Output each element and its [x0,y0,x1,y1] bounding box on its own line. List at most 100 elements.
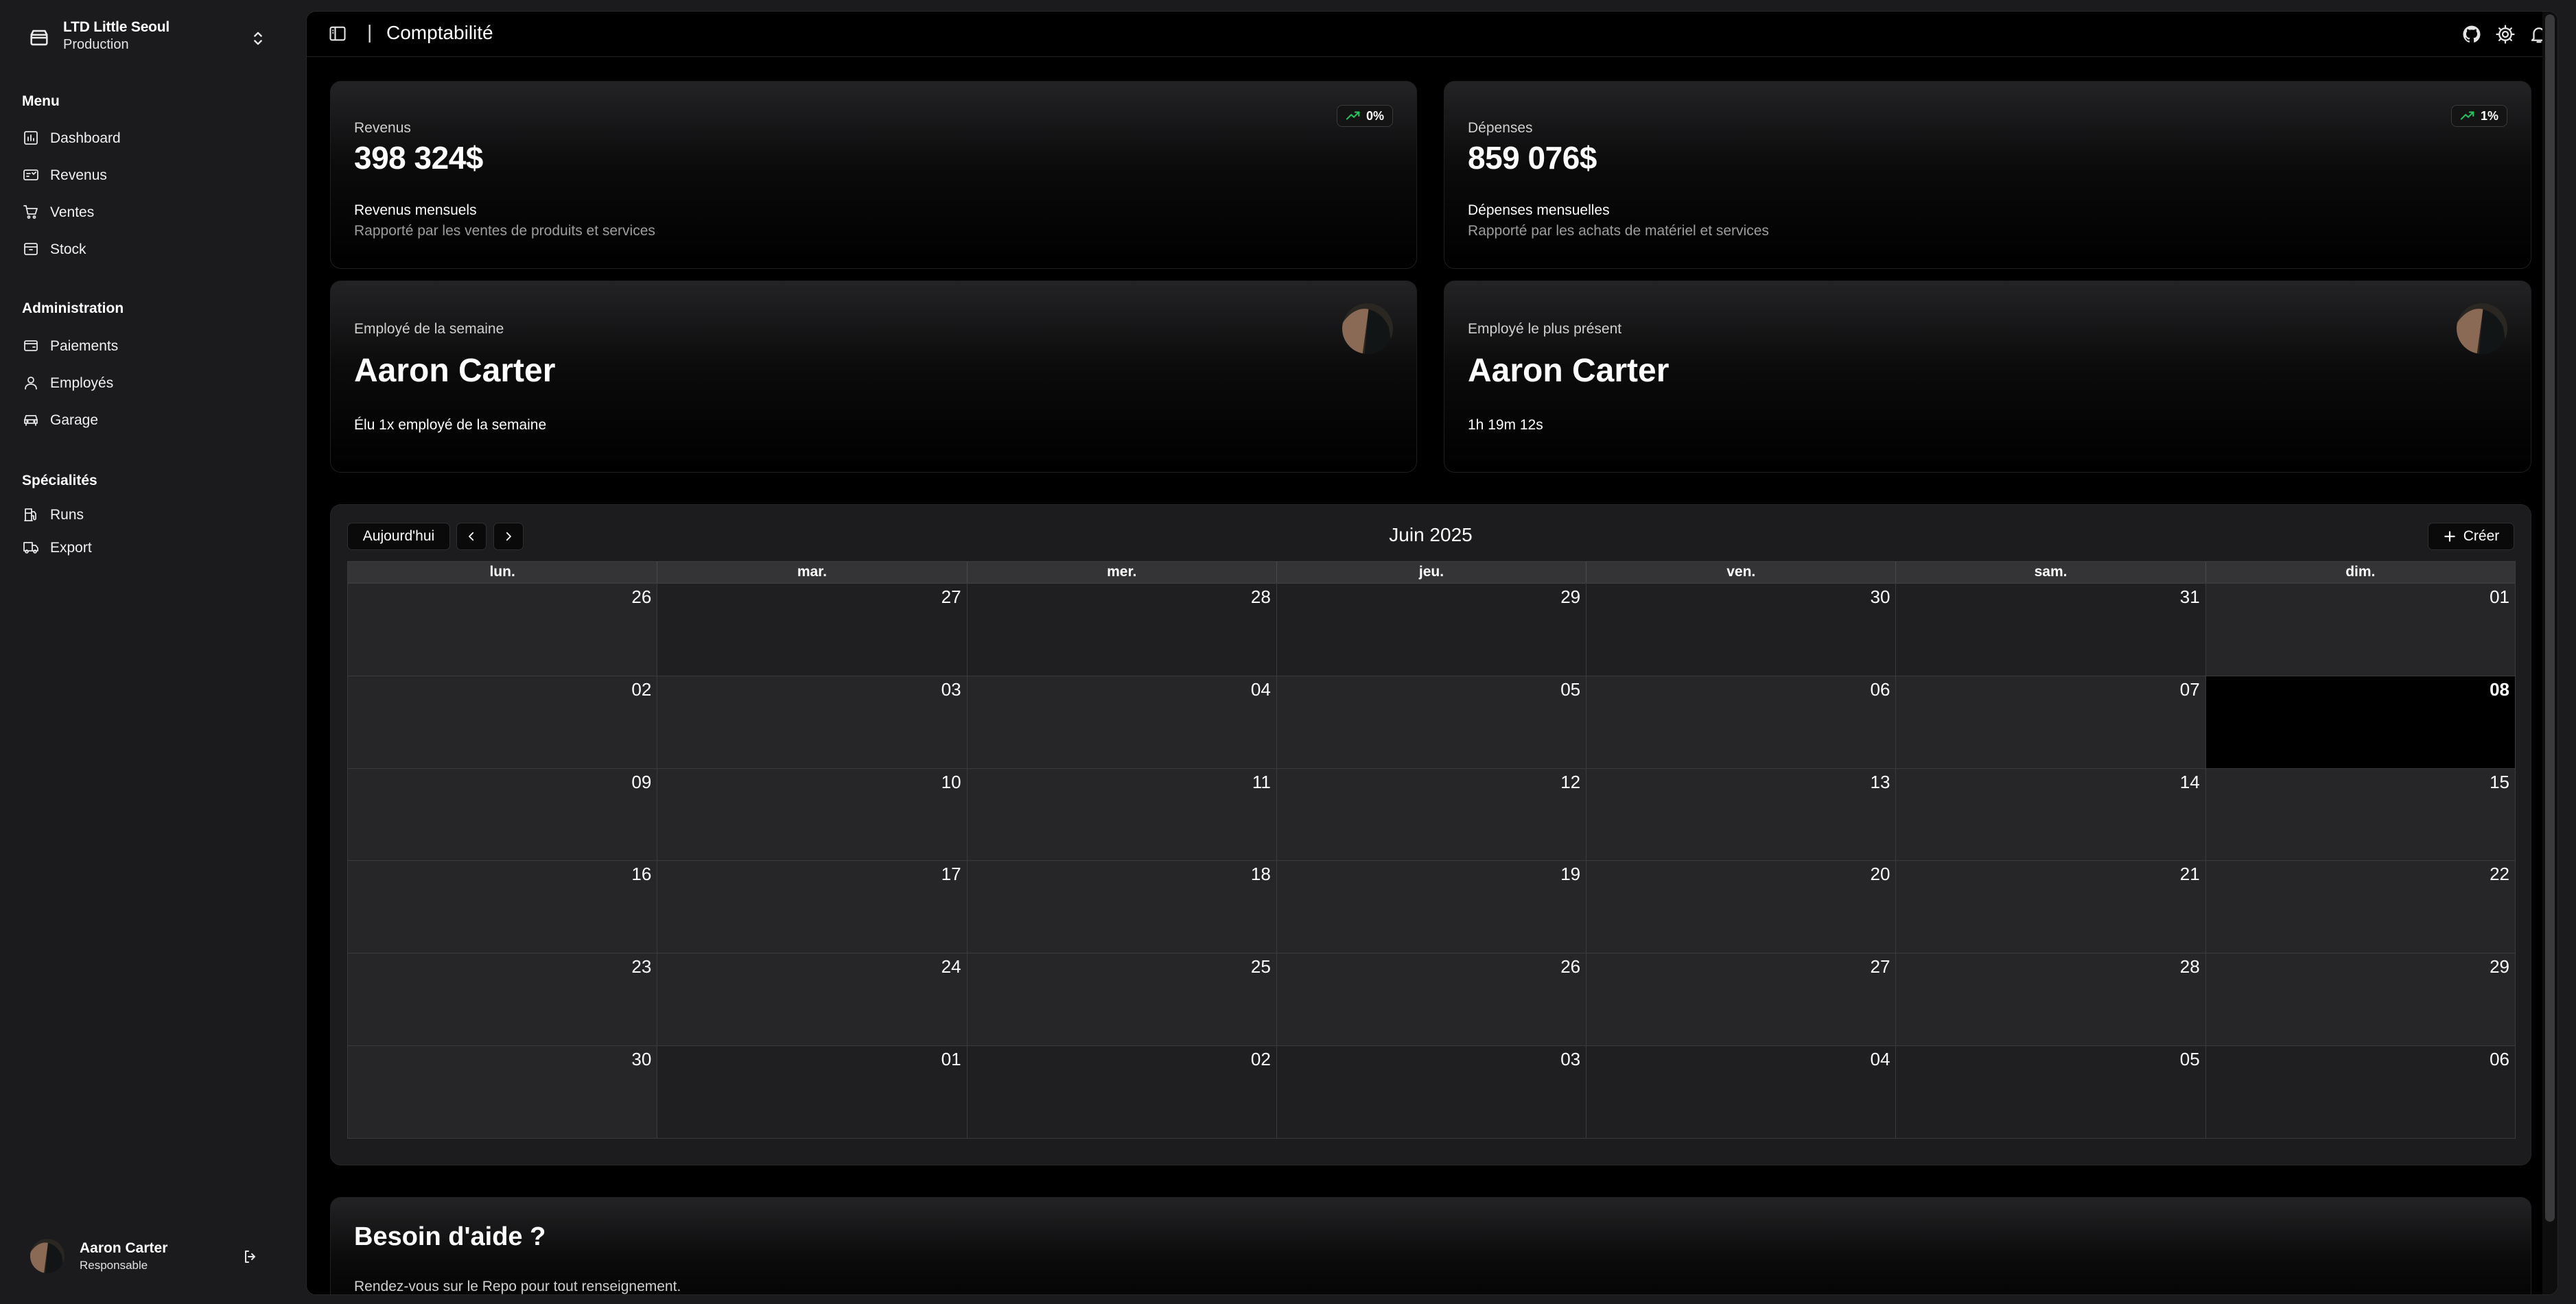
calendar-grid: 26 27 28 29 30 31 01 02 03 04 05 06 07 0… [347,583,2516,1139]
calendar-day-cell[interactable]: 07 [1896,675,2206,768]
calendar-day-cell[interactable]: 01 [2205,583,2516,676]
sidebar-item-ventes[interactable]: Ventes [15,196,290,228]
calendar-day-cell[interactable]: 28 [967,583,1277,676]
sidebar-item-label: Ventes [50,204,95,220]
user-menu[interactable]: Aaron Carter Responsable [27,1236,261,1277]
day-number: 31 [2179,586,2200,607]
calendar-day-cell[interactable]: 03 [657,675,968,768]
calendar-day-cell[interactable]: 13 [1586,768,1897,861]
calendar-day-cell[interactable]: 06 [1586,675,1897,768]
calendar-day-cell[interactable]: 10 [657,768,968,861]
sidebar-item-garage[interactable]: Garage [15,404,290,436]
calendar-day-cell[interactable]: 15 [2205,768,2516,861]
revenue-icon [23,169,38,180]
calendar-day-cell[interactable]: 31 [1896,583,2206,676]
calendar-day-cell[interactable]: 01 [657,1045,968,1138]
calendar-day-cell[interactable]: 04 [1586,1045,1897,1138]
trending-up-icon [1346,111,1360,120]
app-root: LTD Little Seoul Production Menu Dashboa… [0,0,2576,1304]
scrollbar[interactable] [2542,12,2557,1294]
sidebar-item-export[interactable]: Export [15,532,290,563]
card-label: Employé de la semaine [354,321,504,337]
calendar-day-cell[interactable]: 18 [967,860,1277,953]
calendar-day-cell[interactable]: 30 [1586,583,1897,676]
calendar-day-cell[interactable]: 04 [967,675,1277,768]
calendar-day-cell[interactable]: 26 [1276,953,1587,1046]
calendar-day-cell[interactable]: 16 [348,860,658,953]
settings-icon[interactable] [2495,24,2516,45]
day-number: 26 [1560,956,1581,977]
org-text: LTD Little Seoul Production [63,19,169,53]
fuel-icon [24,508,36,521]
calendar-day-cell[interactable]: 29 [1276,583,1587,676]
card-subtitle: Dépenses mensuelles [1468,202,1610,218]
calendar-day-cell[interactable]: 22 [2205,860,2516,953]
revenue-card: Revenus 398 324$ 0% Revenus mensuels Rap… [330,81,1417,269]
calendar-day-cell[interactable]: 27 [657,583,968,676]
day-number: 16 [631,864,652,885]
calendar-day-cell[interactable]: 30 [348,1045,658,1138]
logout-icon[interactable] [242,1248,259,1265]
calendar-day-cell[interactable]: 02 [967,1045,1277,1138]
calendar-day-cell[interactable]: 12 [1276,768,1587,861]
sidebar-item-employes[interactable]: Employés [15,367,290,399]
day-number: 26 [631,586,652,607]
card-subtitle: Revenus mensuels [354,202,477,218]
calendar-day-cell[interactable]: 27 [1586,953,1897,1046]
sidebar-item-dashboard[interactable]: Dashboard [15,122,290,154]
calendar-day-cell[interactable]: 17 [657,860,968,953]
calendar-day-cell[interactable]: 11 [967,768,1277,861]
calendar-day-cell[interactable]: 06 [2205,1045,2516,1138]
org-environment: Production [63,37,129,52]
trend-badge: 1% [2450,105,2507,127]
calendar-day-cell[interactable]: 23 [348,953,658,1046]
calendar-day-cell[interactable]: 28 [1896,953,2206,1046]
calendar-day-cell[interactable]: 26 [348,583,658,676]
calendar-day-cell[interactable]: 29 [2205,953,2516,1046]
calendar-day-cell-today[interactable]: 08 [2205,675,2516,768]
sidebar-item-paiements[interactable]: Paiements [15,330,290,361]
day-number: 29 [2490,956,2509,977]
day-number: 07 [2179,678,2200,700]
help-title: Besoin d'aide ? [354,1222,546,1251]
day-number: 12 [1560,771,1581,792]
expenses-card: Dépenses 859 076$ 1% Dépenses mensuelles… [1444,81,2531,269]
day-number: 11 [1252,771,1271,792]
sidebar-item-runs[interactable]: Runs [15,499,290,530]
calendar-day-cell[interactable]: 14 [1896,768,2206,861]
day-number: 29 [1560,586,1581,607]
day-number: 06 [2490,1049,2509,1070]
user-icon [25,377,37,390]
day-number: 22 [2490,864,2509,885]
cart-icon [23,205,38,219]
car-icon [24,415,38,426]
nav-section-menu: Menu [22,93,60,109]
store-icon [30,29,48,46]
calendar-day-cell[interactable]: 19 [1276,860,1587,953]
weekday-label: ven. [1586,562,1897,582]
sidebar-item-revenus[interactable]: Revenus [15,159,290,191]
calendar-day-cell[interactable]: 03 [1276,1045,1587,1138]
calendar-day-cell[interactable]: 05 [1896,1045,2206,1138]
calendar-day-cell[interactable]: 21 [1896,860,2206,953]
org-switcher[interactable]: LTD Little Seoul Production [21,15,274,59]
employee-name: Aaron Carter [354,353,556,389]
create-event-button[interactable]: Créer [2428,523,2514,550]
calendar-day-cell[interactable]: 05 [1276,675,1587,768]
sidebar-item-stock[interactable]: Stock [15,233,290,265]
day-number: 18 [1250,864,1271,885]
calendar-day-cell[interactable]: 25 [967,953,1277,1046]
calendar-day-cell[interactable]: 24 [657,953,968,1046]
github-icon[interactable] [2461,24,2482,45]
calendar-day-cell[interactable]: 09 [348,768,658,861]
scrollbar-thumb[interactable] [2545,14,2555,1222]
calendar-day-cell[interactable]: 02 [348,675,658,768]
calendar-day-cell[interactable]: 20 [1586,860,1897,953]
dashboard-icon [24,131,38,145]
day-number: 05 [1560,678,1581,700]
sidebar-toggle-icon[interactable] [327,24,348,43]
expenses-value: 859 076$ [1468,140,1597,176]
calendar: Aujourd'hui Juin 2025 Créer lun. mar. me… [330,504,2531,1165]
day-number: 28 [2179,956,2200,977]
day-number: 24 [941,956,961,977]
